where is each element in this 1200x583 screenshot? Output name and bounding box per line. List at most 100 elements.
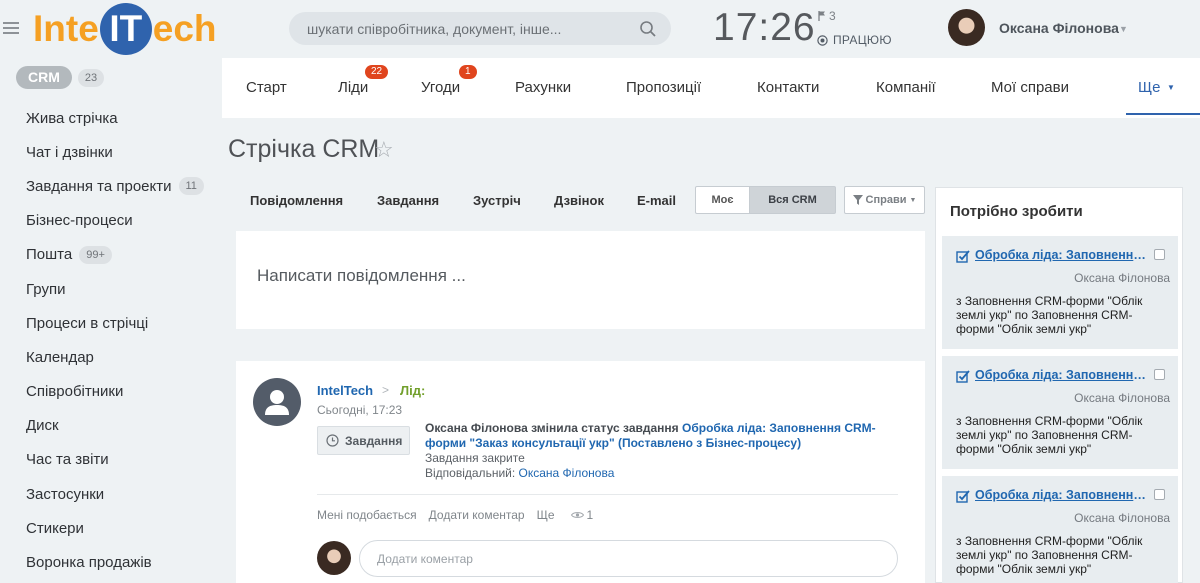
sidebar-item-apps[interactable]: Застосунки bbox=[26, 477, 204, 511]
filter-all-crm-button[interactable]: Вся CRM bbox=[749, 186, 836, 214]
sidebar-item-employees[interactable]: Співробітники bbox=[26, 375, 204, 409]
user-name[interactable]: Оксана Філонова bbox=[999, 20, 1119, 36]
mail-counter: 99+ bbox=[79, 245, 112, 264]
clock-icon bbox=[326, 434, 339, 447]
todo-card[interactable]: Обробка ліда: Заповнення CRM-форми Оксан… bbox=[942, 356, 1178, 469]
task-chip-label: Завдання bbox=[345, 433, 403, 448]
todo-card-checkbox[interactable] bbox=[1154, 369, 1165, 380]
more-link[interactable]: Ще bbox=[537, 508, 555, 522]
tab-more-label: Ще bbox=[1138, 79, 1161, 96]
flag-counter[interactable]: 3 bbox=[818, 9, 836, 23]
tab-contacts[interactable]: Контакти bbox=[757, 79, 819, 96]
tab-quotes[interactable]: Пропозиції bbox=[626, 79, 701, 96]
feed-author[interactable]: IntelTech bbox=[317, 383, 373, 398]
sidebar-item-label: Пошта bbox=[26, 246, 73, 264]
tab-label: Компанії bbox=[876, 79, 936, 96]
feed-target-lead[interactable]: Лід: bbox=[400, 383, 425, 398]
chevron-down-icon[interactable]: ▼ bbox=[1119, 24, 1128, 34]
menu-icon[interactable] bbox=[3, 22, 19, 34]
todo-card[interactable]: Обробка ліда: Заповнення CRM-форми Оксан… bbox=[942, 476, 1178, 583]
tab-more[interactable]: Ще ▼ bbox=[1126, 58, 1200, 115]
sidebar-item-time-reports[interactable]: Час та звіти bbox=[26, 443, 204, 477]
activity-message[interactable]: Повідомлення bbox=[250, 193, 343, 208]
todo-card-description: з Заповнення CRM-форми "Облік землі укр"… bbox=[956, 534, 1143, 576]
user-default-icon[interactable] bbox=[253, 378, 301, 426]
tasks-counter: 11 bbox=[178, 177, 204, 196]
feed-actor: Оксана Філонова bbox=[425, 421, 528, 435]
sidebar-item-feed-processes[interactable]: Процеси в стрічці bbox=[26, 306, 204, 340]
star-icon[interactable]: ☆ bbox=[374, 137, 394, 163]
tab-label: Контакти bbox=[757, 79, 820, 96]
like-button[interactable]: Мені подобається bbox=[317, 508, 417, 522]
sidebar-item-business-processes[interactable]: Бізнес-процеси bbox=[26, 204, 204, 238]
sidebar-item-drive[interactable]: Диск bbox=[26, 409, 204, 443]
work-status-label: ПРАЦЮЮ bbox=[833, 33, 892, 47]
logo-text-right: ech bbox=[152, 8, 217, 49]
tab-companies[interactable]: Компанії bbox=[876, 79, 936, 96]
todo-panel: Потрібно зробити Обробка ліда: Заповненн… bbox=[935, 187, 1183, 583]
comment-input[interactable] bbox=[359, 540, 898, 577]
views-counter[interactable]: 1 bbox=[570, 508, 594, 522]
message-placeholder: Написати повідомлення ... bbox=[257, 266, 466, 285]
task-check-icon bbox=[956, 490, 970, 503]
logo-circle: IT bbox=[99, 3, 152, 55]
tab-label: Пропозиції bbox=[626, 79, 702, 96]
sidebar-crm-header[interactable]: CRM 23 bbox=[16, 66, 105, 89]
crm-pill[interactable]: CRM bbox=[16, 66, 72, 89]
sidebar-item-chat[interactable]: Чат і дзвінки bbox=[26, 135, 204, 169]
activity-call[interactable]: Дзвінок bbox=[554, 193, 604, 208]
feed-responsible-label: Відповідальний: bbox=[425, 466, 516, 480]
sidebar-item-live-feed[interactable]: Жива стрічка bbox=[26, 101, 204, 135]
status-circle-icon bbox=[817, 34, 828, 46]
deals-filter-dropdown[interactable]: Справи ▼ bbox=[844, 186, 925, 214]
tab-invoices[interactable]: Рахунки bbox=[515, 79, 571, 96]
feed-actions: Мені подобається Додати коментар Ще 1 bbox=[317, 508, 593, 522]
search-icon[interactable] bbox=[639, 20, 657, 38]
search-input[interactable] bbox=[307, 20, 627, 37]
user-avatar[interactable] bbox=[948, 9, 985, 46]
chevron-down-icon: ▼ bbox=[1167, 83, 1175, 92]
add-comment-link[interactable]: Додати коментар bbox=[429, 508, 525, 522]
clock[interactable]: 17:26 bbox=[713, 6, 816, 50]
activity-email[interactable]: E-mail bbox=[637, 193, 676, 208]
sidebar-item-mail[interactable]: Пошта 99+ bbox=[26, 238, 204, 272]
new-message-box[interactable]: Написати повідомлення ... bbox=[236, 231, 925, 329]
feed-time[interactable]: Сьогодні, 17:23 bbox=[317, 403, 402, 417]
sidebar-item-tasks[interactable]: Завдання та проекти 11 bbox=[26, 169, 204, 203]
company-logo[interactable]: Inte IT ech bbox=[33, 3, 217, 55]
global-search bbox=[289, 12, 671, 45]
activity-task[interactable]: Завдання bbox=[377, 193, 439, 208]
feed-responsible-row: Відповідальний: Оксана Філонова bbox=[425, 466, 895, 481]
flag-icon bbox=[818, 11, 825, 21]
sidebar-item-groups[interactable]: Групи bbox=[26, 272, 204, 306]
work-status[interactable]: ПРАЦЮЮ bbox=[817, 33, 892, 47]
tab-deals[interactable]: 1 Угоди bbox=[421, 65, 477, 96]
todo-card-link[interactable]: Обробка ліда: Заповнення CRM-форми bbox=[975, 248, 1150, 262]
sidebar-item-label: Бізнес-процеси bbox=[26, 212, 133, 230]
sidebar-item-sales-funnel[interactable]: Воронка продажів bbox=[26, 545, 204, 579]
tab-label: Мої справи bbox=[991, 79, 1069, 96]
feed-responsible-link[interactable]: Оксана Філонова bbox=[519, 466, 615, 480]
todo-card[interactable]: Обробка ліда: Заповнення CRM-форми Оксан… bbox=[942, 236, 1178, 349]
sidebar-item-calendar[interactable]: Календар bbox=[26, 340, 204, 374]
chevron-down-icon: ▼ bbox=[909, 196, 917, 204]
feed-body: Оксана Філонова змінила статус завдання … bbox=[425, 421, 895, 481]
tab-leads[interactable]: 22 Ліди bbox=[338, 65, 389, 96]
sidebar-item-label: Чат і дзвінки bbox=[26, 143, 113, 161]
eye-icon bbox=[570, 512, 584, 518]
todo-card-link[interactable]: Обробка ліда: Заповнення CRM-форми bbox=[975, 488, 1150, 502]
feed-item: IntelTech > Лід: Сьогодні, 17:23 Завданн… bbox=[236, 361, 925, 583]
activity-meeting[interactable]: Зустріч bbox=[473, 193, 521, 208]
tab-my-activities[interactable]: Мої справи bbox=[991, 79, 1069, 96]
todo-card-link[interactable]: Обробка ліда: Заповнення CRM-форми bbox=[975, 368, 1150, 382]
views-count: 1 bbox=[586, 508, 594, 522]
top-header: Inte IT ech 17:26 3 ПРАЦЮЮ Оксана Філоно… bbox=[0, 0, 1200, 57]
sidebar-item-stickers[interactable]: Стикери bbox=[26, 511, 204, 545]
todo-card-description: з Заповнення CRM-форми "Облік землі укр"… bbox=[956, 294, 1143, 336]
feed-action: змінила статус завдання bbox=[527, 421, 683, 435]
crm-tabs: Старт 22 Ліди 1 Угоди Рахунки Пропозиції… bbox=[222, 58, 1200, 118]
tab-start[interactable]: Старт bbox=[246, 79, 287, 96]
filter-my-button[interactable]: Моє bbox=[695, 186, 750, 214]
todo-card-checkbox[interactable] bbox=[1154, 489, 1165, 500]
todo-card-checkbox[interactable] bbox=[1154, 249, 1165, 260]
